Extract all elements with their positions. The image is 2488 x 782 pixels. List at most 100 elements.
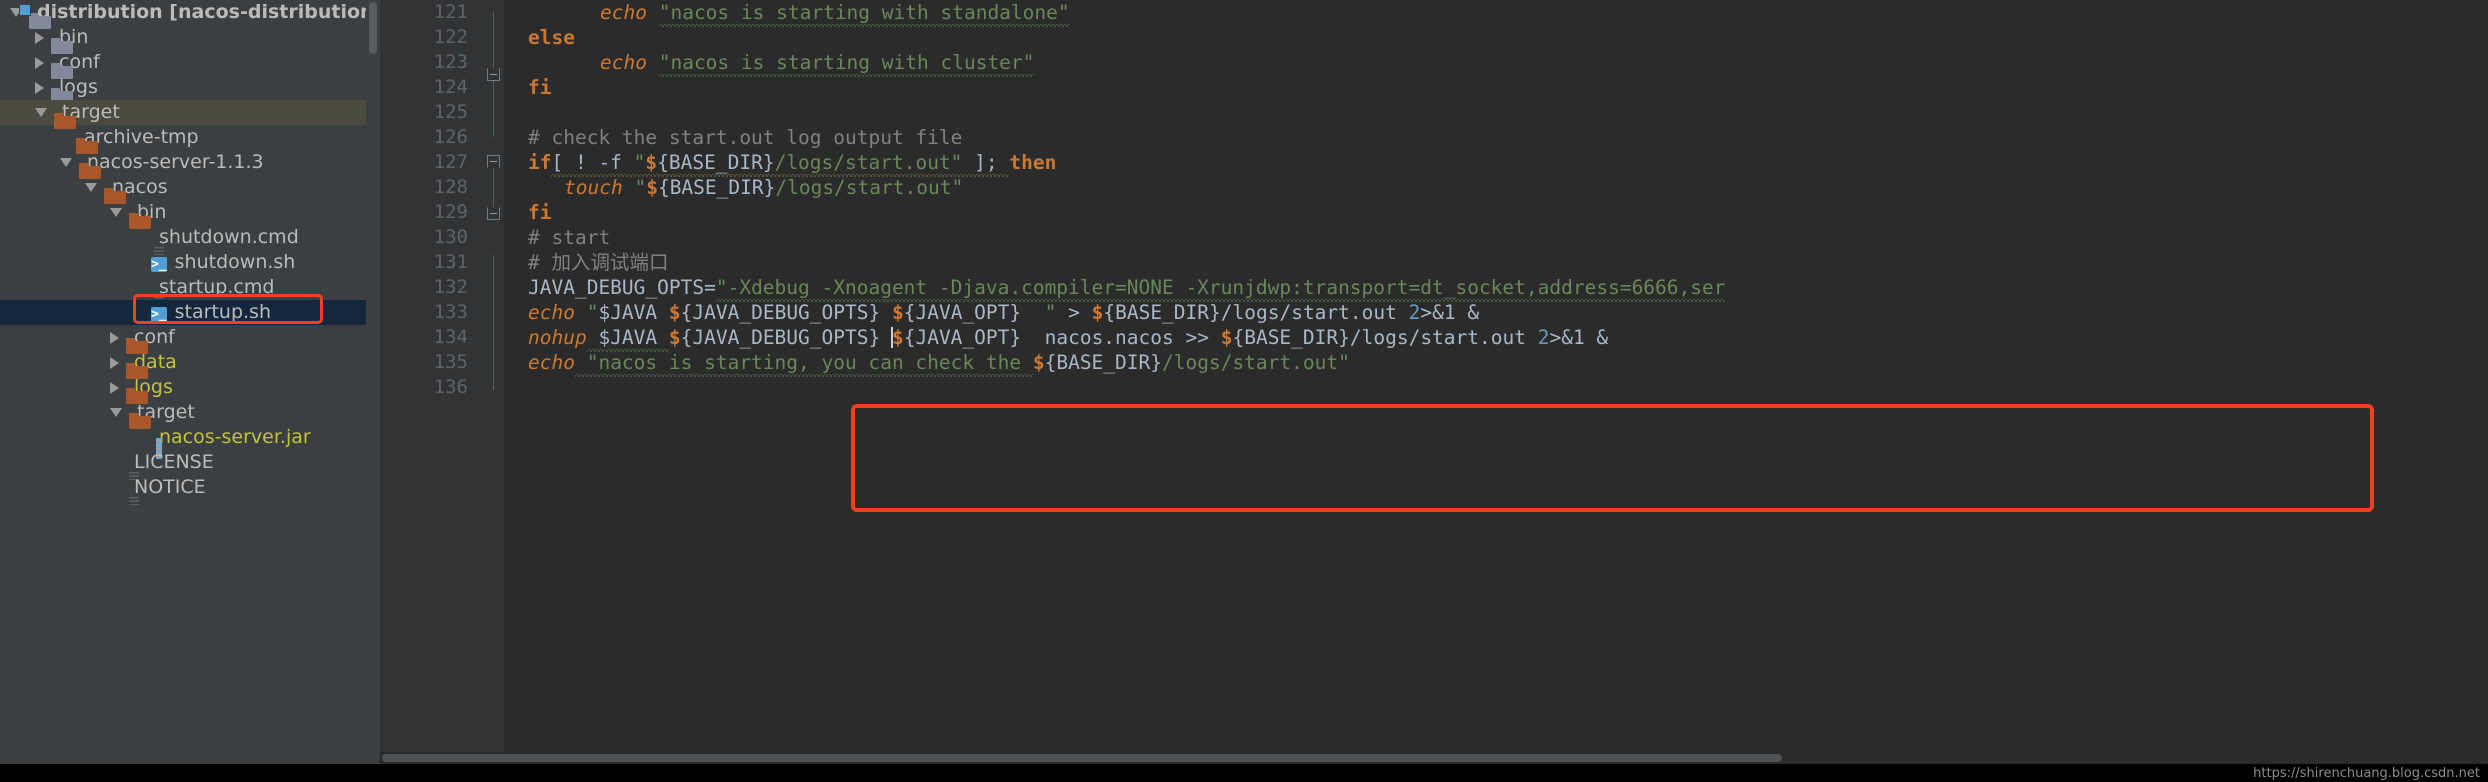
code-line-133[interactable]: 133 echo "$JAVA ${JAVA_DEBUG_OPTS} ${JAVA…: [380, 300, 2488, 325]
code-line-122[interactable]: 122 else: [380, 25, 2488, 50]
code-line-130[interactable]: 130 # start: [380, 225, 2488, 250]
watermark-text: https://shirenchuang.blog.csdn.net: [2253, 766, 2480, 781]
code-line-132[interactable]: 132 JAVA_DEBUG_OPTS="-Xdebug -Xnoagent -D…: [380, 275, 2488, 302]
code-token: {JAVA_OPT}: [903, 326, 1022, 349]
tree-item-nacos-server-1-1-3[interactable]: nacos-server-1.1.3: [0, 150, 380, 179]
editor-hscrollbar-thumb[interactable]: [382, 754, 1782, 762]
tree-item-startup-cmd[interactable]: startup.cmd: [0, 275, 380, 305]
line-content[interactable]: echo "nacos is starting, you can check t…: [504, 350, 1350, 377]
tree-item-notice[interactable]: NOTICE: [0, 475, 380, 505]
code-token: touch: [564, 176, 623, 199]
tree-item-bin[interactable]: bin: [0, 200, 380, 229]
line-content[interactable]: if[ ! -f "${BASE_DIR}/logs/start.out" ];…: [504, 150, 1057, 177]
line-content[interactable]: echo "nacos is starting with cluster": [504, 50, 1035, 77]
code-token: {JAVA_DEBUG_OPTS}: [680, 301, 892, 324]
tree-item-label: nacos-server.jar: [159, 426, 311, 448]
chevron-down-icon[interactable]: [110, 208, 122, 217]
line-content[interactable]: else: [504, 25, 575, 50]
project-tree-panel[interactable]: distribution [nacos-distribution] bin conf…: [0, 0, 380, 782]
line-number: 130: [433, 226, 468, 248]
code-token: echo: [600, 1, 647, 24]
chevron-right-icon[interactable]: [35, 56, 44, 69]
code-line-125[interactable]: 125: [380, 100, 2488, 125]
line-number: 136: [433, 376, 468, 398]
line-content[interactable]: # 加入调试端口: [504, 250, 668, 275]
line-content[interactable]: fi: [504, 75, 551, 100]
line-number: 125: [433, 101, 468, 123]
chevron-down-icon[interactable]: [85, 183, 97, 192]
tree-item-logs[interactable]: logs: [0, 375, 380, 404]
code-editor[interactable]: 121 echo "nacos is starting with standalo…: [380, 0, 2488, 782]
code-token: {JAVA_OPT}: [903, 301, 1022, 324]
code-token: /logs/start.out: [1220, 301, 1409, 324]
code-line-127[interactable]: 127 if[ ! -f "${BASE_DIR}/logs/start.out"…: [380, 150, 2488, 177]
tree-item-nacos[interactable]: nacos: [0, 175, 380, 204]
code-line-126[interactable]: 126 # check the start.out log output file: [380, 125, 2488, 150]
line-content[interactable]: echo "$JAVA ${JAVA_DEBUG_OPTS} ${JAVA_OP…: [504, 300, 1479, 325]
chevron-down-icon[interactable]: [110, 408, 122, 417]
code-line-136[interactable]: 136: [380, 375, 2488, 400]
code-token: ": [1021, 301, 1057, 324]
tree-item-shutdown-sh[interactable]: >_ shutdown.sh: [0, 250, 380, 275]
ide-window: distribution [nacos-distribution] bin conf…: [0, 0, 2488, 782]
chevron-right-icon[interactable]: [110, 381, 119, 394]
line-content[interactable]: touch "${BASE_DIR}/logs/start.out": [504, 175, 963, 200]
tree-item-data[interactable]: data: [0, 350, 380, 379]
code-line-123[interactable]: 123 echo "nacos is starting with cluster": [380, 50, 2488, 77]
tree-item-distribution-nacos-distribution[interactable]: distribution [nacos-distribution]: [0, 0, 380, 29]
line-content[interactable]: fi: [504, 200, 551, 225]
code-token: {BASE_DIR}: [1044, 351, 1162, 374]
code-line-124[interactable]: 124 fi: [380, 75, 2488, 100]
line-number: 129: [433, 201, 468, 223]
tree-item-startup-sh[interactable]: >_ startup.sh: [0, 300, 380, 325]
line-content[interactable]: echo "nacos is starting with standalone": [504, 0, 1070, 27]
chevron-right-icon[interactable]: [110, 331, 119, 344]
editor-horizontal-scrollbar[interactable]: [380, 752, 2488, 764]
code-line-128[interactable]: 128 touch "${BASE_DIR}/logs/start.out": [380, 175, 2488, 200]
bottom-status-strip: [0, 764, 2488, 782]
code-token: fi: [528, 201, 552, 224]
tree-item-target[interactable]: target: [0, 400, 380, 429]
line-content[interactable]: # start: [504, 225, 610, 250]
tree-item-logs[interactable]: logs: [0, 75, 380, 104]
tree-item-label: startup.cmd: [159, 276, 275, 298]
chevron-down-icon[interactable]: [60, 158, 72, 167]
code-token: then: [1009, 151, 1057, 174]
tree-scrollbar-thumb[interactable]: [369, 2, 377, 54]
code-line-129[interactable]: 129 fi: [380, 200, 2488, 225]
code-token: # 加入调试端口: [528, 251, 669, 274]
tree-vertical-scrollbar[interactable]: [366, 0, 380, 782]
chevron-right-icon[interactable]: [35, 31, 44, 44]
line-content[interactable]: nohup $JAVA ${JAVA_DEBUG_OPTS} ${JAVA_OP…: [504, 325, 1608, 352]
tree-item-nacos-server-jar[interactable]: nacos-server.jar: [0, 425, 380, 459]
chevron-down-icon[interactable]: [35, 108, 47, 117]
code-token: $: [645, 151, 658, 174]
chevron-right-icon[interactable]: [35, 81, 44, 94]
line-content[interactable]: # check the start.out log output file: [504, 125, 962, 150]
project-tree-list[interactable]: distribution [nacos-distribution] bin conf…: [0, 0, 380, 505]
tree-item-conf[interactable]: conf: [0, 325, 380, 354]
code-line-135[interactable]: 135 echo "nacos is starting, you can chec…: [380, 350, 2488, 377]
tree-item-target[interactable]: target: [0, 100, 380, 129]
code-lines-container[interactable]: 121 echo "nacos is starting with standalo…: [380, 0, 2488, 400]
code-token: $: [891, 326, 904, 349]
tree-item-shutdown-cmd[interactable]: shutdown.cmd: [0, 225, 380, 255]
chevron-right-icon[interactable]: [110, 356, 119, 369]
code-line-131[interactable]: 131 # 加入调试端口: [380, 250, 2488, 275]
code-line-121[interactable]: 121 echo "nacos is starting with standalo…: [380, 0, 2488, 27]
code-token: ": [634, 176, 647, 199]
tree-item-archive-tmp[interactable]: archive-tmp: [0, 125, 380, 154]
line-content[interactable]: JAVA_DEBUG_OPTS="-Xdebug -Xnoagent -Djav…: [504, 275, 1726, 302]
code-token: {JAVA_DEBUG_OPTS}: [680, 326, 892, 349]
line-number: 126: [433, 126, 468, 148]
code-token: ": [574, 301, 599, 324]
tree-item-conf[interactable]: conf: [0, 50, 380, 79]
tree-item-license[interactable]: LICENSE: [0, 450, 380, 480]
shell-script-icon: >_: [151, 257, 167, 272]
code-line-134[interactable]: 134 nohup $JAVA ${JAVA_DEBUG_OPTS} ${JAVA…: [380, 325, 2488, 352]
tree-item-bin[interactable]: bin: [0, 25, 380, 54]
